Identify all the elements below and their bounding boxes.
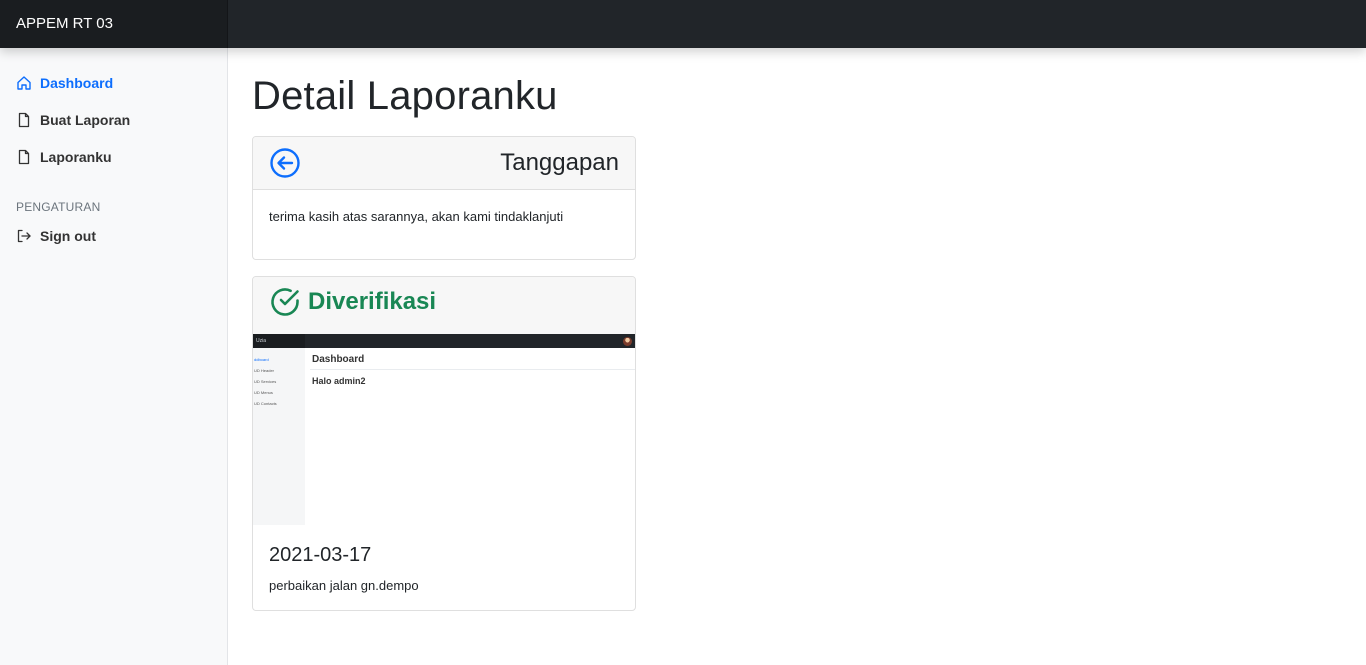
response-card: Tanggapan terima kasih atas sarannya, ak… — [252, 136, 636, 260]
arrow-left-circle-icon[interactable] — [269, 147, 301, 179]
attachment-nav-item: UD Menus — [254, 390, 273, 395]
attachment-brand: Uzia — [253, 334, 305, 348]
attachment-greeting: Halo admin2 — [312, 376, 366, 386]
report-description: perbaikan jalan gn.dempo — [269, 578, 419, 593]
main-content: Detail Laporanku Tanggapan terima kasih … — [228, 48, 1366, 665]
report-card: Diverifikasi Uzia ddboard UD Header UD S… — [252, 276, 636, 611]
attachment-heading: Dashboard — [312, 354, 365, 365]
sidebar-item-laporanku[interactable]: Laporanku — [16, 146, 112, 168]
attachment-nav-item: UD Services — [254, 379, 277, 384]
report-date: 2021-03-17 — [269, 544, 372, 566]
attachment-nav-item: UD Contacts — [254, 401, 277, 406]
response-text: terima kasih atas sarannya, akan kami ti… — [269, 209, 564, 224]
sidebar-item-buat-laporan[interactable]: Buat Laporan — [16, 109, 130, 131]
sidebar-item-label: Sign out — [40, 228, 96, 244]
response-title: Tanggapan — [500, 149, 619, 176]
home-icon — [16, 75, 32, 91]
attachment-sidebar: ddboard UD Header UD Services UD Menus U… — [253, 348, 305, 525]
sidebar: Dashboard Buat Laporan Laporanku PENGATU… — [0, 48, 228, 665]
sidebar-section-heading: PENGATURAN — [16, 200, 101, 214]
brand-link[interactable]: APPEM RT 03 — [0, 0, 228, 48]
response-card-header: Tanggapan — [253, 137, 635, 190]
status-label: Diverifikasi — [308, 288, 437, 315]
attachment-nav-item: UD Header — [254, 368, 275, 373]
file-icon — [16, 112, 32, 128]
attachment-nav-item: ddboard — [254, 357, 269, 362]
status-header: Diverifikasi — [253, 277, 635, 334]
avatar — [623, 337, 632, 346]
sidebar-item-dashboard[interactable]: Dashboard — [16, 72, 113, 94]
attachment-topbar: Uzia — [253, 334, 635, 348]
sidebar-item-sign-out[interactable]: Sign out — [16, 225, 96, 247]
check-circle-icon — [269, 286, 301, 318]
sidebar-item-label: Laporanku — [40, 149, 112, 165]
page-title: Detail Laporanku — [252, 74, 558, 118]
sidebar-item-label: Buat Laporan — [40, 112, 131, 128]
report-attachment-image: Uzia ddboard UD Header UD Services UD Me… — [253, 334, 635, 525]
sidebar-item-label: Dashboard — [40, 75, 114, 91]
file-icon — [16, 149, 32, 165]
top-navbar: APPEM RT 03 — [0, 0, 1366, 48]
attachment-divider — [310, 369, 635, 370]
sign-out-icon — [16, 228, 32, 244]
